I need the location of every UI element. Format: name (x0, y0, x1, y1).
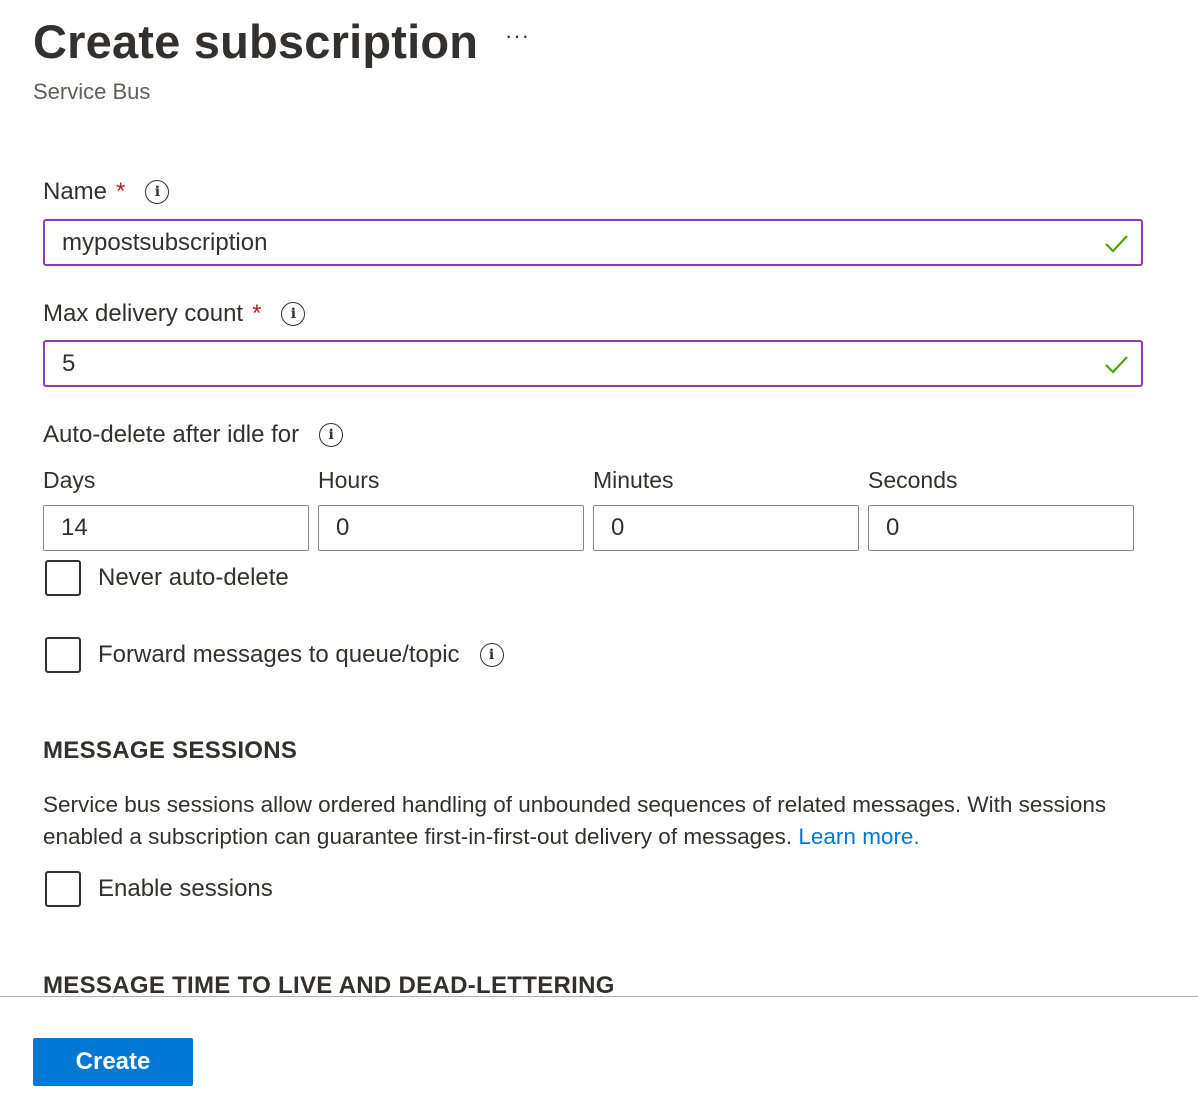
name-input[interactable] (45, 228, 1101, 257)
checkmark-icon (1105, 234, 1128, 253)
page-title: Create subscription (33, 15, 479, 68)
never-auto-delete-label: Never auto-delete (98, 564, 289, 591)
days-field[interactable] (43, 505, 309, 551)
forward-messages-checkbox[interactable] (45, 637, 81, 673)
page-subtitle: Service Bus (33, 79, 151, 104)
max-delivery-label: Max delivery count (43, 300, 244, 327)
auto-delete-label: Auto-delete after idle for (43, 421, 300, 448)
required-mark: * (252, 300, 262, 327)
days-input[interactable] (44, 514, 308, 542)
hours-input[interactable] (319, 514, 583, 542)
form-scroll-area[interactable]: Create subscription ··· Service Bus Name… (0, 0, 1198, 996)
footer: Create (0, 997, 1198, 1113)
auto-delete-label-row: Auto-delete after idle for i (43, 421, 344, 449)
forward-messages-checkbox-row[interactable]: Forward messages to queue/topic i (45, 637, 504, 673)
seconds-input[interactable] (869, 514, 1133, 542)
learn-more-link[interactable]: Learn more. (798, 824, 919, 849)
message-sessions-description: Service bus sessions allow ordered handl… (43, 789, 1123, 853)
seconds-label: Seconds (868, 467, 958, 493)
enable-sessions-checkbox[interactable] (45, 871, 81, 907)
max-delivery-input[interactable] (45, 349, 1101, 378)
name-label-row: Name * i (43, 178, 170, 206)
minutes-input[interactable] (594, 514, 858, 542)
message-sessions-heading: MESSAGE SESSIONS (43, 737, 298, 764)
minutes-label: Minutes (593, 467, 674, 493)
checkmark-icon (1105, 355, 1128, 374)
info-icon[interactable]: i (479, 643, 504, 667)
info-icon[interactable]: i (145, 180, 170, 204)
never-auto-delete-checkbox-row[interactable]: Never auto-delete (45, 560, 289, 596)
ttl-heading: MESSAGE TIME TO LIVE AND DEAD-LETTERING (43, 972, 615, 996)
enable-sessions-checkbox-row[interactable]: Enable sessions (45, 871, 273, 907)
hours-label: Hours (318, 467, 380, 493)
days-label: Days (43, 467, 96, 493)
enable-sessions-label: Enable sessions (98, 875, 273, 902)
info-icon[interactable]: i (281, 302, 306, 326)
minutes-field[interactable] (593, 505, 859, 551)
info-icon[interactable]: i (319, 423, 344, 447)
required-mark: * (116, 178, 126, 205)
name-label: Name (43, 178, 108, 205)
name-field[interactable] (43, 219, 1143, 266)
page-header: Create subscription (33, 14, 478, 69)
message-sessions-text: Service bus sessions allow ordered handl… (43, 792, 1107, 849)
never-auto-delete-checkbox[interactable] (45, 560, 81, 596)
hours-field[interactable] (318, 505, 584, 551)
max-delivery-field[interactable] (43, 340, 1143, 387)
seconds-field[interactable] (868, 505, 1134, 551)
max-delivery-label-row: Max delivery count * i (43, 300, 306, 328)
more-options-button[interactable]: ··· (505, 25, 530, 47)
create-button[interactable]: Create (33, 1038, 193, 1086)
forward-messages-label: Forward messages to queue/topic (98, 641, 460, 668)
